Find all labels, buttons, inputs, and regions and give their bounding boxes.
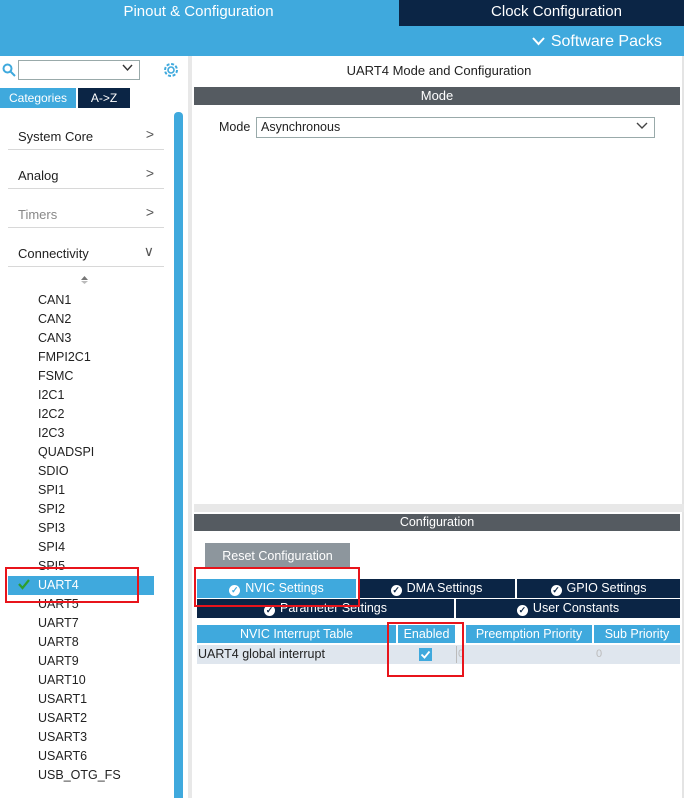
peripheral-item[interactable]: SPI4: [38, 538, 65, 556]
chevron-down-icon: [122, 63, 133, 75]
section-divider[interactable]: [194, 504, 684, 512]
search-icon[interactable]: [2, 63, 16, 77]
tab-label: DMA Settings: [406, 581, 483, 595]
tab-categories[interactable]: Categories: [0, 88, 76, 108]
mode-label: Mode: [219, 120, 251, 134]
category-connectivity[interactable]: Connectivity ∨: [8, 237, 164, 267]
annotation-box-nvic-settings: [194, 567, 360, 607]
chevron-right-icon: >: [145, 204, 154, 220]
peripheral-item[interactable]: FSMC: [38, 367, 73, 385]
mode-select[interactable]: Asynchronous: [256, 117, 655, 138]
mode-section-header: Mode: [194, 87, 680, 105]
peripheral-item[interactable]: SPI3: [38, 519, 65, 537]
tab-label: User Constants: [532, 601, 620, 615]
column-header-preemption-priority[interactable]: Preemption Priority: [466, 625, 592, 643]
mode-select-value: Asynchronous: [261, 120, 341, 134]
chevron-down-icon: [532, 31, 545, 51]
tab-clock-configuration[interactable]: Clock Configuration: [399, 0, 684, 26]
column-header-nvic-interrupt-table[interactable]: NVIC Interrupt Table: [197, 625, 396, 643]
check-circle-icon: ✓: [390, 585, 402, 596]
peripheral-item[interactable]: SPI1: [38, 481, 65, 499]
chevron-right-icon: >: [145, 126, 154, 142]
category-label: Connectivity: [18, 246, 89, 261]
peripheral-item[interactable]: USART3: [38, 728, 87, 746]
category-label: Timers: [18, 207, 58, 222]
tab-dma-settings[interactable]: ✓ DMA Settings: [358, 579, 515, 598]
peripheral-item[interactable]: CAN2: [38, 310, 71, 328]
software-packs-menu[interactable]: Software Packs: [532, 31, 662, 52]
peripheral-item[interactable]: USART1: [38, 690, 87, 708]
peripheral-item[interactable]: UART8: [38, 633, 79, 651]
tab-user-constants[interactable]: ✓ User Constants: [456, 599, 680, 618]
peripheral-item[interactable]: CAN3: [38, 329, 71, 347]
gear-icon[interactable]: [161, 60, 181, 80]
category-timers[interactable]: Timers >: [8, 198, 164, 228]
peripheral-item[interactable]: I2C1: [38, 386, 64, 404]
check-circle-icon: ✓: [550, 585, 562, 596]
chevron-right-icon: >: [145, 165, 154, 181]
category-system-core[interactable]: System Core >: [8, 120, 164, 150]
peripheral-item[interactable]: CAN1: [38, 291, 71, 309]
check-circle-icon: ✓: [516, 605, 528, 616]
peripheral-item[interactable]: I2C2: [38, 405, 64, 423]
peripheral-item[interactable]: UART7: [38, 614, 79, 632]
chevron-down-icon: ∨: [143, 243, 154, 259]
software-packs-label: Software Packs: [550, 33, 662, 50]
sidebar-scrollbar[interactable]: [174, 112, 183, 798]
peripheral-item[interactable]: SDIO: [38, 462, 69, 480]
peripheral-item[interactable]: USB_OTG_FS: [38, 766, 121, 784]
reset-configuration-button[interactable]: Reset Configuration: [205, 543, 350, 568]
scroll-up-arrow-icon[interactable]: [80, 275, 89, 287]
peripheral-item[interactable]: UART10: [38, 671, 86, 689]
search-input[interactable]: [18, 60, 140, 80]
category-label: System Core: [18, 129, 94, 144]
peripheral-item[interactable]: USART6: [38, 747, 87, 765]
preemption-priority-cell[interactable]: [456, 646, 595, 663]
category-analog[interactable]: Analog >: [8, 159, 164, 189]
tab-a-to-z[interactable]: A->Z: [78, 88, 130, 108]
category-label: Analog: [18, 168, 59, 183]
sub-priority-value[interactable]: 0: [596, 648, 602, 660]
peripheral-item[interactable]: I2C3: [38, 424, 64, 442]
peripheral-item[interactable]: USART2: [38, 709, 87, 727]
tab-pinout-configuration[interactable]: Pinout & Configuration: [0, 0, 397, 26]
annotation-box-enabled: [387, 622, 464, 677]
chevron-down-icon: [636, 119, 648, 133]
peripheral-item[interactable]: UART9: [38, 652, 79, 670]
peripheral-item[interactable]: QUADSPI: [38, 443, 94, 461]
tab-label: GPIO Settings: [566, 581, 647, 595]
tab-gpio-settings[interactable]: ✓ GPIO Settings: [517, 579, 680, 598]
configuration-section-header: Configuration: [194, 514, 680, 531]
peripheral-item[interactable]: SPI2: [38, 500, 65, 518]
page-title: UART4 Mode and Configuration: [346, 63, 532, 78]
interrupt-name: UART4 global interrupt: [198, 647, 325, 661]
column-header-sub-priority[interactable]: Sub Priority: [594, 625, 680, 643]
peripheral-item[interactable]: FMPI2C1: [38, 348, 91, 366]
annotation-box-uart4: [5, 567, 139, 603]
panel-splitter[interactable]: [188, 56, 192, 798]
